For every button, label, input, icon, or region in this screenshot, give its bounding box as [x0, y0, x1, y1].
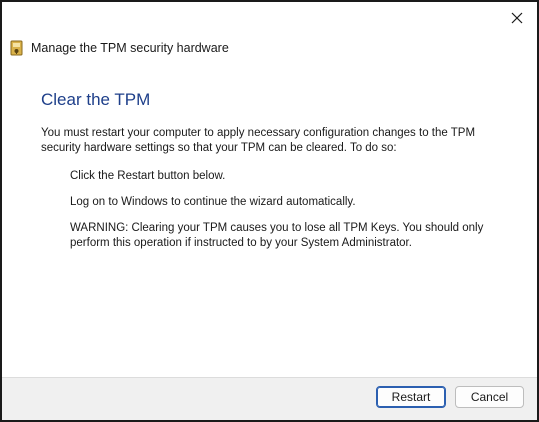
intro-text: You must restart your computer to apply … [41, 127, 476, 154]
cancel-button[interactable]: Cancel [455, 386, 524, 408]
title-bar: Manage the TPM security hardware [8, 38, 229, 58]
close-icon [511, 12, 523, 24]
window-title: Manage the TPM security hardware [31, 41, 229, 55]
button-footer: Restart Cancel [2, 377, 537, 420]
restart-button[interactable]: Restart [376, 386, 446, 408]
tpm-key-icon [8, 39, 26, 57]
tpm-dialog-window: Manage the TPM security hardware Clear t… [0, 0, 539, 422]
warning-text: WARNING: Clearing your TPM causes you to… [70, 222, 484, 249]
step-restart-instruction: Click the Restart button below. [70, 170, 226, 182]
close-button[interactable] [503, 6, 531, 30]
page-heading: Clear the TPM [41, 90, 151, 109]
step-logon-instruction: Log on to Windows to continue the wizard… [70, 196, 356, 208]
